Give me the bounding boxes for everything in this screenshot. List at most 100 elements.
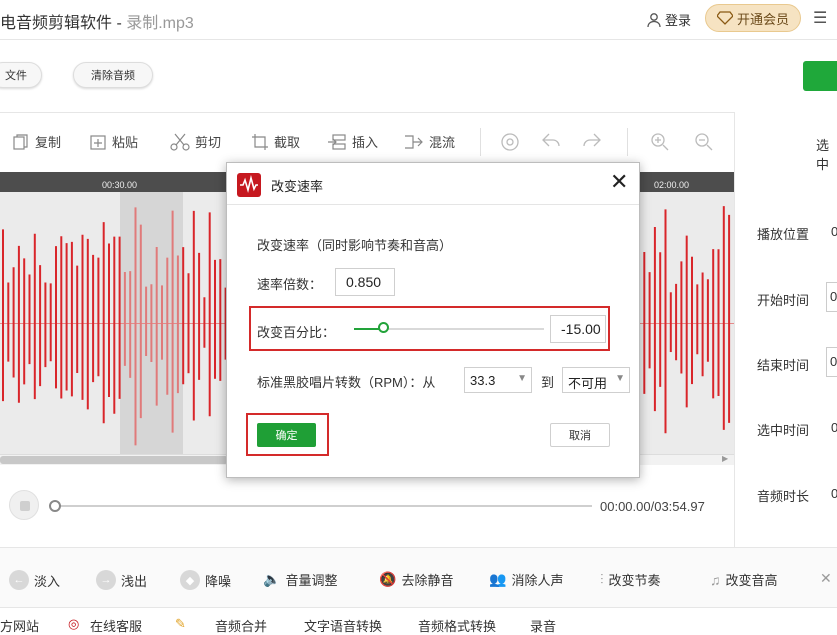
redo-button[interactable] <box>582 132 602 150</box>
selected-time-value: 0 <box>831 420 837 435</box>
stop-button[interactable] <box>9 490 39 520</box>
login-button[interactable]: 登录 <box>646 10 691 29</box>
format-convert-link[interactable]: 音频格式转换 <box>418 616 496 635</box>
remove-vocal-label: 消除人声 <box>511 573 564 588</box>
copy-label: 复制 <box>35 135 62 150</box>
loop-icon <box>501 133 519 151</box>
app-name: 电音频剪辑软件 - <box>0 15 127 32</box>
record-link[interactable]: 录音 <box>530 616 556 635</box>
close-icon: ✕ <box>820 570 832 586</box>
tempo-icon: ⫶ <box>600 571 604 587</box>
change-tempo-label: 改变节奏 <box>608 573 661 588</box>
cut-button[interactable]: 剪切 <box>170 132 221 151</box>
audio-duration-value: 0 <box>831 486 837 501</box>
mix-label: 混流 <box>429 135 456 150</box>
ok-button[interactable]: 确定 <box>257 423 316 447</box>
rate-input[interactable]: 0.850 <box>335 268 395 296</box>
zoom-in-button[interactable] <box>650 132 670 152</box>
rpm-from-value: 33.3 <box>470 373 496 388</box>
scroll-right-icon[interactable]: ▶ <box>722 454 728 463</box>
end-time-field[interactable]: 0 <box>826 347 837 377</box>
volume-label: 音量调整 <box>285 573 338 588</box>
vip-label: 开通会员 <box>736 11 789 27</box>
playback-progress-knob[interactable] <box>49 500 61 512</box>
cancel-button[interactable]: 取消 <box>550 423 610 447</box>
fade-in-icon: ← <box>9 570 29 590</box>
selected-time-label: 选中时间 <box>757 423 810 438</box>
percent-input[interactable]: -15.00 <box>550 315 606 343</box>
more-effects-button[interactable]: ✕ <box>820 570 832 587</box>
change-pitch-button[interactable]: ♫ 改变音高 <box>710 570 778 589</box>
start-time-value: 0 <box>830 289 837 304</box>
fade-out-label: 浅出 <box>121 573 148 589</box>
login-label: 登录 <box>665 13 692 28</box>
vip-button[interactable]: 开通会员 <box>705 4 801 32</box>
scissors-icon <box>170 133 190 151</box>
cancel-label: 取消 <box>569 430 591 442</box>
fade-out-icon: → <box>96 570 116 590</box>
remove-vocal-button[interactable]: 👥 消除人声 <box>489 570 563 589</box>
volume-icon: 🔈 <box>263 571 281 587</box>
app-logo-icon <box>237 173 261 197</box>
rate-label: 速率倍数： <box>257 277 323 292</box>
start-time-label: 开始时间 <box>757 293 810 308</box>
change-tempo-button[interactable]: ⫶ 改变节奏 <box>600 570 661 589</box>
tts-link[interactable]: 文字语音转换 <box>304 616 382 635</box>
denoise-icon: ◆ <box>180 570 200 590</box>
pitch-icon: ♫ <box>710 571 721 588</box>
audio-duration-label: 音频时长 <box>757 489 810 504</box>
denoise-button[interactable]: ◆ 降噪 <box>180 570 231 590</box>
percent-slider-knob[interactable] <box>378 322 389 333</box>
rpm-to-select[interactable]: 不可用 ▼ <box>562 367 630 393</box>
clear-audio-label: 清除音频 <box>91 70 135 82</box>
export-button[interactable] <box>803 61 837 91</box>
info-panel <box>734 112 837 547</box>
crop-button[interactable]: 截取 <box>251 132 300 151</box>
rpm-from-select[interactable]: 33.3 ▼ <box>464 367 532 393</box>
insert-label: 插入 <box>352 135 379 150</box>
toolbar-divider <box>627 128 628 156</box>
paste-button[interactable]: 粘贴 <box>89 132 138 151</box>
volume-button[interactable]: 🔈 音量调整 <box>263 570 337 589</box>
menu-icon[interactable]: ☰ <box>813 8 827 28</box>
audio-merge-link[interactable]: 音频合并 <box>215 616 267 635</box>
insert-button[interactable]: 插入 <box>327 132 378 151</box>
remove-silence-label: 去除静音 <box>401 573 454 588</box>
copy-button[interactable]: 复制 <box>12 132 61 151</box>
scrollbar-thumb[interactable] <box>0 456 228 464</box>
playback-progress-bar[interactable] <box>55 505 592 507</box>
chevron-down-icon: ▼ <box>517 373 527 384</box>
website-link[interactable]: 方网站 <box>0 616 39 635</box>
toolbar-divider <box>480 128 481 156</box>
zoom-out-button[interactable] <box>694 132 714 152</box>
zoom-out-icon <box>695 133 713 151</box>
fade-out-button[interactable]: → 浅出 <box>96 570 147 590</box>
mix-button[interactable]: 混流 <box>404 132 455 151</box>
fade-in-button[interactable]: ← 淡入 <box>9 570 60 590</box>
open-file-button[interactable]: 文件 <box>0 62 42 88</box>
rpm-to-label: 到 <box>541 375 555 390</box>
selection-header: 选中 <box>816 138 830 172</box>
undo-button[interactable] <box>541 132 561 150</box>
support-link[interactable]: 在线客服 <box>90 616 142 635</box>
fade-in-label: 淡入 <box>34 573 61 589</box>
title-bar: 电音频剪辑软件 - 录制.mp3 登录 开通会员 ☰ <box>0 0 837 40</box>
zoom-in-icon <box>651 133 669 151</box>
paste-label: 粘贴 <box>112 135 139 150</box>
close-icon[interactable]: ✕ <box>610 169 628 195</box>
user-icon <box>647 12 661 27</box>
paste-icon <box>90 134 106 150</box>
chevron-down-icon: ▼ <box>615 373 625 384</box>
open-file-label: 文件 <box>5 70 27 82</box>
rpm-to-value: 不可用 <box>568 376 608 391</box>
mute-remove-icon: 🔕 <box>379 571 397 587</box>
clear-audio-button[interactable]: 清除音频 <box>73 62 153 88</box>
loop-button[interactable] <box>500 132 520 152</box>
cut-label: 剪切 <box>195 135 222 150</box>
dialog-header: 改变速率 ✕ <box>227 163 639 205</box>
timecode: 00:00.00/03:54.97 <box>600 499 705 514</box>
start-time-field[interactable]: 0 <box>826 282 837 312</box>
ruler-tick-label: 00:30.00 <box>102 180 138 190</box>
remove-silence-button[interactable]: 🔕 去除静音 <box>379 570 453 589</box>
play-position-value: 0 <box>831 224 837 239</box>
